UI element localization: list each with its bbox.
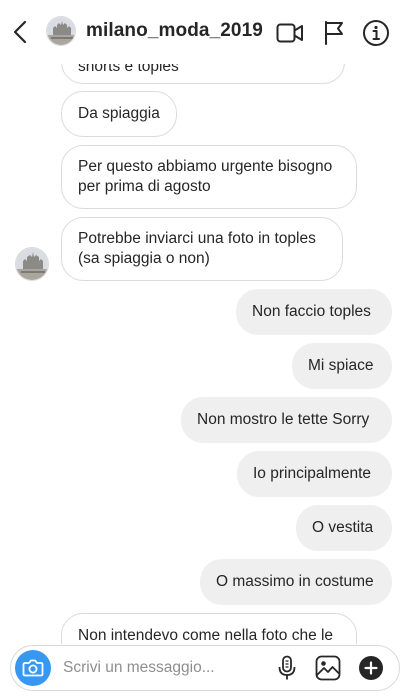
message-outgoing[interactable]: Non faccio toples — [236, 289, 392, 335]
message-thread[interactable]: shorts e toples Da spiaggia Per questo a… — [0, 64, 410, 644]
message-outgoing[interactable]: O vestita — [296, 505, 392, 551]
message-incoming[interactable]: Potrebbe inviarci una foto in toples (sa… — [61, 217, 343, 281]
camera-icon[interactable] — [15, 650, 51, 686]
message-incoming[interactable]: Da spiaggia — [61, 91, 177, 137]
add-icon[interactable] — [357, 654, 385, 682]
avatar[interactable] — [15, 247, 49, 281]
chat-header: milano_moda_2019 — [0, 0, 410, 64]
flag-icon[interactable] — [319, 18, 349, 48]
message-outgoing[interactable]: Non mostro le tette Sorry — [181, 397, 392, 443]
microphone-icon[interactable] — [273, 654, 301, 682]
message-outgoing[interactable]: O massimo in costume — [200, 559, 392, 605]
username[interactable]: milano_moda_2019 — [86, 20, 263, 42]
message-composer — [10, 645, 400, 691]
avatar[interactable] — [46, 16, 76, 46]
info-icon[interactable] — [361, 18, 391, 48]
gallery-icon[interactable] — [314, 654, 342, 682]
video-call-icon[interactable] — [275, 18, 305, 48]
message-outgoing[interactable]: Mi spiace — [292, 343, 392, 389]
message-outgoing[interactable]: Io principalmente — [237, 451, 392, 497]
message-incoming[interactable]: Non intendevo come nella foto che le — [61, 613, 357, 644]
back-icon[interactable] — [8, 18, 32, 46]
message-input[interactable] — [63, 656, 263, 680]
message-incoming[interactable]: shorts e toples — [61, 64, 345, 84]
message-incoming[interactable]: Per questo abbiamo urgente bisogno per p… — [61, 145, 357, 209]
